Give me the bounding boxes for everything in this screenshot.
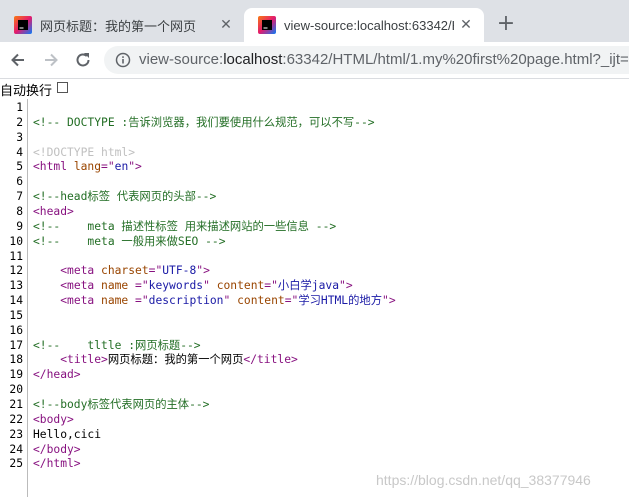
line-number: 16 (9, 323, 23, 337)
line-number: 20 (9, 383, 23, 397)
line-code: <!-- meta 一般用来做SEO --> (33, 234, 226, 248)
close-tab-icon[interactable]: ✕ (218, 17, 234, 33)
line-number: 18 (9, 353, 23, 367)
line-code: Hello,cici (33, 427, 102, 441)
url-host: localhost (223, 51, 283, 68)
browser-toolbar: view-source:localhost:63342/HTML/html/1.… (0, 42, 629, 78)
line-number: 17 (9, 338, 23, 352)
line-number: 21 (9, 398, 23, 411)
tab-strip: 网页标题：我的第一个网页 ✕ view-source:localhost:633… (0, 0, 629, 42)
line-code: </body> (33, 442, 81, 456)
line-number: 1 (16, 101, 23, 114)
line-number: 7 (16, 190, 23, 204)
line-number: 3 (16, 130, 23, 144)
line-number: 24 (9, 442, 23, 456)
line-code: </head> (33, 368, 81, 382)
line-number: 19 (9, 368, 23, 382)
line-number: 12 (9, 264, 23, 278)
line-number: 23 (9, 427, 23, 441)
reload-icon[interactable] (73, 50, 93, 70)
line-wrap-label: 自动换行 (0, 84, 53, 99)
line-code: <meta name ="keywords" content="小白学java"… (60, 279, 353, 293)
line-code: <!DOCTYPE html> (33, 145, 136, 159)
line-number: 4 (16, 145, 23, 159)
close-tab-icon[interactable]: ✕ (458, 17, 474, 33)
line-wrap-checkbox[interactable] (57, 82, 68, 93)
line-code: <!-- tltle :网页标题--> (33, 338, 201, 352)
line-number: 6 (16, 175, 23, 189)
line-code: <!-- meta 描述性标签 用来描述网站的一些信息 --> (33, 219, 337, 233)
tab-page-title[interactable]: 网页标题：我的第一个网页 ✕ (0, 8, 244, 42)
line-code: <html lang="en"> (33, 160, 142, 174)
line-wrap-bar: 自动换行 (0, 79, 629, 99)
line-number: 11 (9, 249, 23, 263)
address-bar[interactable]: view-source:localhost:63342/HTML/html/1.… (104, 46, 629, 74)
new-tab-button[interactable]: + (495, 13, 517, 35)
url-text: view-source:localhost:63342/HTML/html/1.… (139, 51, 629, 68)
line-number: 25 (9, 457, 23, 471)
line-code: <meta charset="UTF-8"> (60, 264, 210, 278)
line-number: 10 (9, 234, 23, 248)
line-number: 13 (9, 279, 23, 293)
line-code: <!--head标签 代表网页的头部--> (33, 190, 217, 204)
line-code: </html> (33, 457, 81, 471)
forward-arrow-icon[interactable] (41, 50, 61, 70)
tab-title: 网页标题：我的第一个网页 (40, 18, 197, 34)
line-number: 15 (9, 308, 23, 322)
url-scheme: view-source: (139, 51, 224, 68)
line-number: 8 (16, 204, 23, 218)
jetbrains-icon (258, 16, 276, 34)
tab-view-source[interactable]: view-source:localhost:63342/H ✕ (244, 8, 484, 42)
line-code: <title>网页标题：我的第一个网页</title> (60, 353, 298, 367)
line-code: <meta name ="description" content="学习HTM… (60, 294, 396, 308)
line-code: <head> (33, 204, 74, 218)
info-icon[interactable] (115, 52, 131, 68)
line-number: 5 (16, 160, 23, 174)
line-number: 22 (9, 412, 23, 426)
tab-title: view-source:localhost:63342/H (284, 17, 454, 33)
watermark: https://blog.csdn.net/qq_38377946 (376, 472, 591, 488)
back-arrow-icon[interactable] (8, 50, 28, 70)
url-path: :63342/HTML/html/1.my%20first%20page.htm… (282, 51, 629, 68)
line-number: 14 (9, 294, 23, 308)
source-view: 1 2 <!-- DOCTYPE :告诉浏览器，我们要使用什么规范，可以不写--> 3… (0, 99, 629, 497)
line-number: 2 (16, 115, 23, 129)
line-number: 9 (16, 219, 23, 233)
line-code: <body> (33, 412, 74, 426)
line-code: <!-- DOCTYPE :告诉浏览器，我们要使用什么规范，可以不写--> (33, 115, 375, 129)
jetbrains-icon (14, 16, 32, 34)
line-code: <!--body标签代表网页的主体--> (33, 398, 210, 411)
